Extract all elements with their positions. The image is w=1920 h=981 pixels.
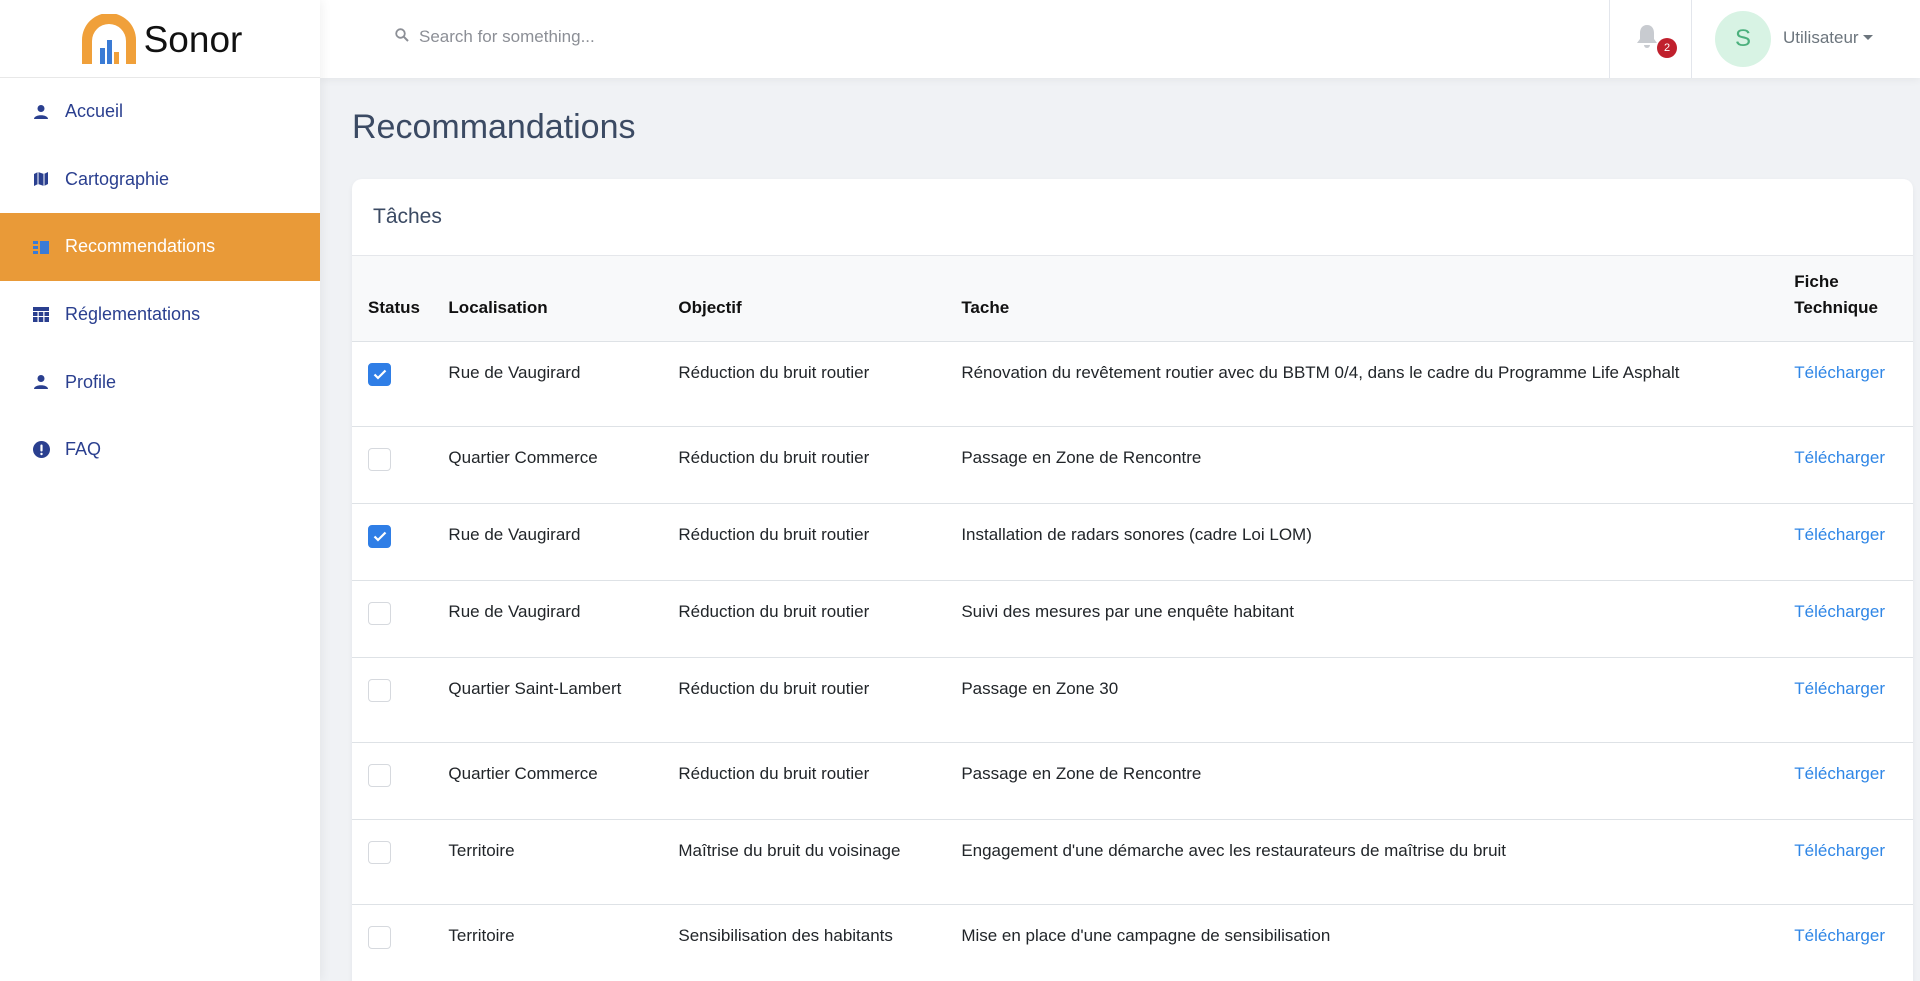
topbar: 2 S Utilisateur	[320, 0, 1920, 78]
sidebar-item-faq[interactable]: FAQ	[0, 416, 320, 484]
cell-localisation: Rue de Vaugirard	[448, 524, 581, 544]
sidebar-item-label: Profile	[65, 371, 117, 392]
status-checkbox[interactable]	[368, 601, 391, 625]
cell-objectif: Réduction du bruit routier	[678, 678, 870, 698]
cell-localisation: Rue de Vaugirard	[448, 362, 581, 382]
cell-objectif: Réduction du bruit routier	[678, 447, 870, 467]
notification-badge: 2	[1657, 38, 1677, 58]
sidebar: Sonor Accueil Cartographie Recommendatio…	[0, 0, 320, 981]
sidebar-item-reglementations[interactable]: Réglementations	[0, 281, 320, 349]
user-menu-toggle[interactable]: Utilisateur	[1783, 28, 1873, 48]
page-title: Recommandations	[352, 108, 636, 146]
cell-objectif: Réduction du bruit routier	[678, 362, 870, 382]
cell-tache: Engagement d'une démarche avec les resta…	[961, 840, 1507, 860]
bell-icon	[1637, 25, 1657, 48]
cell-tache: Mise en place d'une campagne de sensibil…	[961, 925, 1331, 945]
download-link[interactable]: Télécharger	[1794, 679, 1885, 698]
column-header-tache: Tache	[961, 297, 1010, 317]
status-checkbox[interactable]	[368, 763, 391, 787]
cell-tache: Passage en Zone de Rencontre	[961, 763, 1202, 783]
table-row: Rue de Vaugirard Réduction du bruit rout…	[352, 580, 1913, 657]
status-checkbox[interactable]	[368, 840, 391, 864]
table-header-row: Status Localisation Objectif Tache Fiche…	[352, 256, 1913, 341]
table-row: Quartier Commerce Réduction du bruit rou…	[352, 742, 1913, 819]
cell-localisation: Rue de Vaugirard	[448, 601, 581, 621]
table-row: Rue de Vaugirard Réduction du bruit rout…	[352, 341, 1913, 426]
topbar-divider	[1609, 0, 1610, 78]
column-header-fiche-technique: Fiche Technique	[1794, 271, 1879, 317]
search-input[interactable]	[419, 27, 879, 47]
sidebar-item-profile[interactable]: Profile	[0, 348, 320, 416]
cell-tache: Passage en Zone de Rencontre	[961, 447, 1202, 467]
sidebar-nav: Accueil Cartographie Recommendations Rég…	[0, 78, 320, 484]
cell-localisation: Quartier Commerce	[448, 763, 598, 783]
cell-localisation: Quartier Commerce	[448, 447, 598, 467]
brand-name: Sonor	[143, 18, 243, 60]
cell-objectif: Sensibilisation des habitants	[678, 925, 893, 945]
table-row: Territoire Maîtrise du bruit du voisinag…	[352, 819, 1913, 904]
list-icon	[31, 237, 51, 257]
sidebar-item-label: Accueil	[65, 101, 124, 122]
tasks-card: Tâches Status Localisation Objectif Tach…	[352, 179, 1913, 981]
sidebar-item-label: Cartographie	[65, 168, 170, 189]
table-row: Quartier Saint-Lambert Réduction du brui…	[352, 657, 1913, 742]
main-content: Recommandations Tâches Status Localisati…	[320, 78, 1920, 981]
cell-objectif: Réduction du bruit routier	[678, 763, 870, 783]
table-row: Quartier Commerce Réduction du bruit rou…	[352, 426, 1913, 503]
table-icon	[31, 305, 51, 325]
search-bar	[395, 27, 879, 47]
person-icon	[31, 372, 51, 392]
cell-objectif: Maîtrise du bruit du voisinage	[678, 840, 901, 860]
sidebar-item-label: Réglementations	[65, 304, 201, 325]
sidebar-item-label: Recommendations	[65, 236, 216, 257]
cell-localisation: Territoire	[448, 840, 515, 860]
download-link[interactable]: Télécharger	[1794, 525, 1885, 544]
search-icon	[395, 27, 409, 47]
brand-logo: Sonor	[78, 13, 243, 64]
cell-localisation: Territoire	[448, 925, 515, 945]
avatar[interactable]: S	[1715, 11, 1771, 67]
card-title: Tâches	[352, 179, 1913, 256]
status-checkbox[interactable]	[368, 524, 391, 548]
exclamation-icon	[31, 440, 51, 460]
download-link[interactable]: Télécharger	[1794, 363, 1885, 382]
download-link[interactable]: Télécharger	[1794, 764, 1885, 783]
tasks-table: Status Localisation Objectif Tache Fiche…	[352, 256, 1913, 981]
caret-down-icon	[1862, 35, 1873, 40]
brand[interactable]: Sonor	[0, 0, 320, 78]
cell-objectif: Réduction du bruit routier	[678, 601, 870, 621]
download-link[interactable]: Télécharger	[1794, 926, 1885, 945]
cell-tache: Installation de radars sonores (cadre Lo…	[961, 524, 1312, 544]
download-link[interactable]: Télécharger	[1794, 448, 1885, 467]
table-row: Rue de Vaugirard Réduction du bruit rout…	[352, 503, 1913, 580]
status-checkbox[interactable]	[368, 678, 391, 702]
download-link[interactable]: Télécharger	[1794, 602, 1885, 621]
sidebar-item-label: FAQ	[65, 439, 102, 460]
cell-tache: Suivi des mesures par une enquête habita…	[961, 601, 1294, 621]
download-link[interactable]: Télécharger	[1794, 841, 1885, 860]
user-name: Utilisateur	[1783, 28, 1859, 47]
column-header-localisation: Localisation	[448, 297, 548, 317]
notifications-button[interactable]: 2	[1635, 24, 1677, 64]
person-icon	[31, 102, 51, 122]
sidebar-item-cartographie[interactable]: Cartographie	[0, 146, 320, 214]
sidebar-item-accueil[interactable]: Accueil	[0, 78, 320, 146]
status-checkbox[interactable]	[368, 362, 391, 386]
topbar-divider	[1691, 0, 1692, 78]
column-header-status: Status	[368, 297, 420, 317]
check-icon	[373, 369, 386, 380]
check-icon	[373, 531, 386, 542]
cell-tache: Rénovation du revêtement routier avec du…	[961, 362, 1680, 382]
table-row: Territoire Sensibilisation des habitants…	[352, 904, 1913, 981]
sidebar-item-recommendations[interactable]: Recommendations	[0, 213, 320, 281]
cell-objectif: Réduction du bruit routier	[678, 524, 870, 544]
status-checkbox[interactable]	[368, 447, 391, 471]
sonor-logo-icon	[81, 13, 136, 64]
map-icon	[31, 169, 51, 189]
cell-tache: Passage en Zone 30	[961, 678, 1119, 698]
cell-localisation: Quartier Saint-Lambert	[448, 678, 622, 698]
status-checkbox[interactable]	[368, 925, 391, 949]
column-header-objectif: Objectif	[678, 297, 742, 317]
